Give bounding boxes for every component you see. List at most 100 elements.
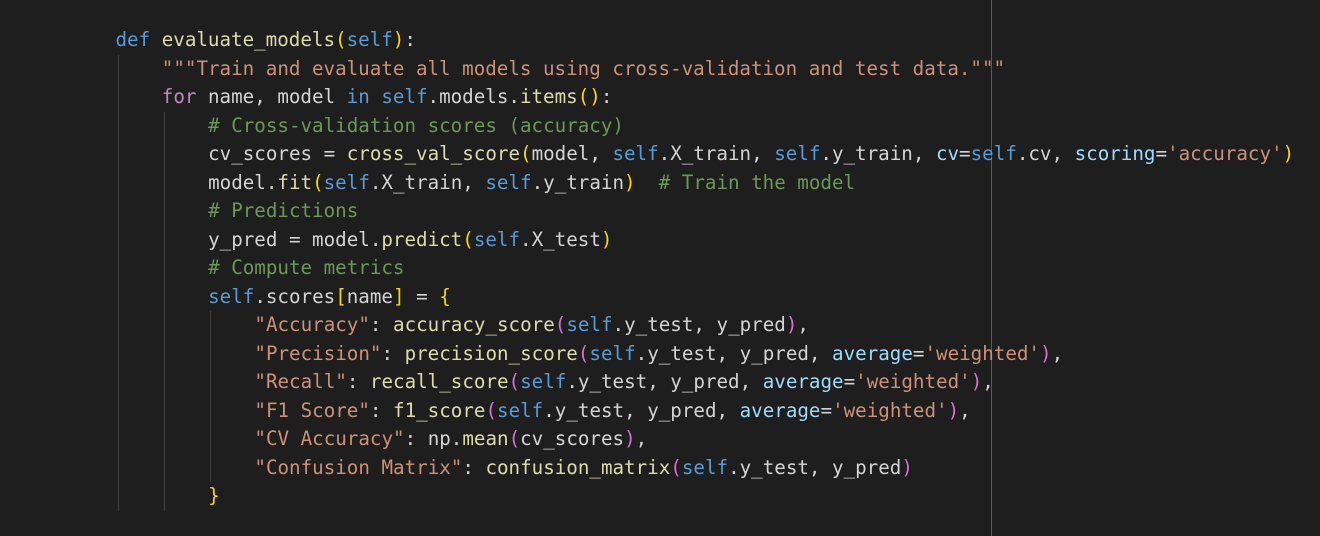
code-token: accuracy_score xyxy=(393,313,555,336)
code-token: self xyxy=(774,142,821,165)
code-token: evaluate_models xyxy=(161,28,335,51)
code-token: self xyxy=(346,28,393,51)
code-token: self xyxy=(485,170,532,194)
code-token: ( xyxy=(520,142,532,165)
code-token: ] xyxy=(392,284,405,308)
code-token: : xyxy=(369,398,394,422)
code-token: # Cross-validation scores (accuracy) xyxy=(208,113,624,137)
code-line-content: } xyxy=(208,482,220,511)
code-token: , xyxy=(635,427,648,450)
indent-guide xyxy=(117,197,119,226)
code-token: : xyxy=(600,85,613,108)
code-line-content: def evaluate_models(self): xyxy=(116,26,416,55)
indent-guide xyxy=(117,282,119,311)
indent-guide xyxy=(163,140,165,169)
code-token: ( xyxy=(554,313,567,336)
code-token: fit xyxy=(277,170,313,194)
code-token: "CV Accuracy" xyxy=(254,427,405,450)
code-token: ) xyxy=(392,28,405,51)
code-token: [ xyxy=(335,284,347,308)
indent-guide xyxy=(117,339,119,368)
code-line-content: for name, model in self.models.items(): xyxy=(162,83,613,112)
indent-guide xyxy=(117,111,119,140)
indent-guide xyxy=(210,453,212,482)
code-token: ) xyxy=(589,85,601,108)
code-token: : xyxy=(404,427,428,450)
code-token: 'weighted' xyxy=(855,370,971,393)
indent-guide xyxy=(117,168,119,197)
code-token: ) xyxy=(624,170,636,194)
code-token: .y_test, y_pred xyxy=(728,455,902,479)
code-token: ( xyxy=(670,455,682,479)
indent-guide xyxy=(163,425,165,454)
code-token: cv_scores = xyxy=(208,142,347,165)
code-token: predict xyxy=(381,227,463,251)
code-token: "Accuracy" xyxy=(254,313,370,336)
code-token: precision_score xyxy=(404,341,578,365)
indent-guide xyxy=(163,111,165,140)
code-token: self xyxy=(323,170,370,194)
code-token: y_pred = model. xyxy=(208,227,382,251)
code-token: : xyxy=(346,370,370,393)
code-token: .X_train, xyxy=(658,142,775,165)
indent-guide xyxy=(210,311,212,340)
code-token: .cv, xyxy=(1016,142,1075,165)
indent-guide xyxy=(117,254,119,283)
indent-guide xyxy=(117,140,119,169)
code-token: # Predictions xyxy=(208,199,359,222)
indent-guide xyxy=(163,282,165,311)
indent-guide xyxy=(163,311,165,340)
indent-guide xyxy=(117,482,119,511)
code-token: ( xyxy=(312,170,324,194)
code-token: self xyxy=(473,227,521,251)
code-line-content: self.scores[name] = { xyxy=(208,283,451,312)
code-token: name xyxy=(346,284,393,308)
code-token: ( xyxy=(335,28,347,51)
code-token: "Confusion Matrix" xyxy=(254,455,463,479)
code-token: self xyxy=(681,455,729,479)
indent-guide xyxy=(117,368,119,397)
code-token: : xyxy=(404,28,416,51)
code-token: = xyxy=(843,370,856,393)
code-token: np. xyxy=(427,427,463,450)
code-token: ( xyxy=(577,85,590,108)
code-line-content: # Predictions xyxy=(208,197,358,226)
code-line-content: # Cross-validation scores (accuracy) xyxy=(208,112,624,141)
code-token: self xyxy=(589,341,636,365)
code-token: in xyxy=(346,85,370,108)
code-token: f1_score xyxy=(393,398,486,422)
code-token: .y_test, y_pred, xyxy=(566,370,763,393)
code-token: , xyxy=(959,398,971,422)
code-token: model, xyxy=(531,142,613,165)
code-token: = xyxy=(820,398,833,422)
code-token: .y_test, y_pred, xyxy=(543,398,740,422)
code-token: = xyxy=(1155,142,1168,165)
code-token: self xyxy=(520,370,567,393)
code-token: self xyxy=(612,142,659,165)
indent-guide xyxy=(117,396,119,425)
code-token: .y_train, xyxy=(820,142,936,165)
code-token: self xyxy=(497,398,544,422)
indent-guide xyxy=(117,311,119,340)
code-token: average xyxy=(739,398,821,422)
code-token: ) xyxy=(785,313,798,336)
code-token: cv xyxy=(935,142,960,165)
code-line-content: "F1 Score": f1_score(self.y_test, y_pred… xyxy=(254,397,970,426)
indent-guide xyxy=(163,368,165,397)
code-token: : xyxy=(381,341,405,365)
code-token: "Precision" xyxy=(254,341,382,365)
code-token: # Train the model xyxy=(658,170,856,194)
indent-guide xyxy=(163,339,165,368)
code-token: average xyxy=(832,341,913,365)
code-token: ) xyxy=(1282,142,1295,165)
code-editor[interactable]: def evaluate_models(self): """Train and e… xyxy=(0,0,1320,536)
code-token: model. xyxy=(208,170,278,194)
code-token: scoring xyxy=(1074,142,1156,165)
code-token: = xyxy=(912,341,925,365)
code-token: 'weighted' xyxy=(832,398,948,422)
code-token: .y_test, y_pred xyxy=(612,313,786,336)
code-token: "Recall" xyxy=(254,370,347,393)
code-token: self xyxy=(208,284,255,308)
code-line-content: "Accuracy": accuracy_score(self.y_test, … xyxy=(254,311,809,340)
